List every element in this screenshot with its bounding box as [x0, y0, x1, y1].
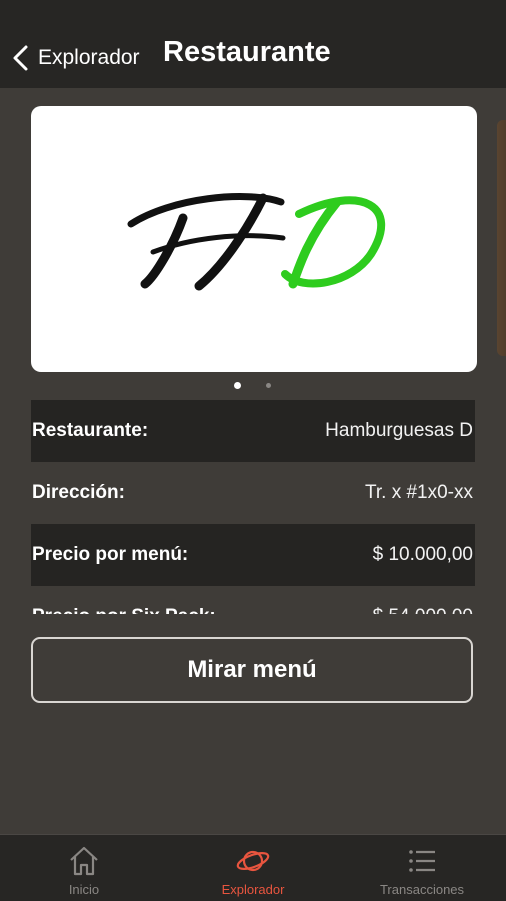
tab-label: Inicio	[68, 882, 100, 897]
list-icon	[409, 850, 435, 872]
page-title: Restaurante	[163, 36, 331, 68]
detail-value: Tr. x #1x0-xx	[364, 482, 473, 503]
back-button[interactable]: Explorador	[10, 38, 140, 78]
chevron-left-icon	[13, 45, 28, 71]
detail-row-menu-price: Precio por menú: $ 10.000,00	[31, 524, 475, 586]
detail-value: Hamburguesas D	[325, 420, 473, 441]
detail-label: Precio por Six Pack:	[31, 606, 216, 614]
detail-label: Dirección:	[32, 482, 125, 503]
image-carousel[interactable]: HD	[0, 100, 506, 380]
planet-icon	[236, 850, 270, 872]
view-menu-button[interactable]: Mirar menú	[31, 637, 473, 703]
detail-row-restaurant: Restaurante: Hamburguesas D	[31, 400, 475, 462]
detail-row-sixpack-price: Precio por Six Pack: $ 54.000,00	[31, 586, 475, 614]
tab-label: Explorador	[221, 882, 285, 897]
tab-bar: Inicio Explorador Transacciones	[0, 834, 506, 901]
page-dot[interactable]	[266, 383, 271, 388]
next-slide-peek[interactable]	[497, 120, 506, 356]
detail-value: $ 10.000,00	[372, 544, 473, 565]
detail-label: Restaurante:	[32, 420, 149, 441]
detail-row-address: Dirección: Tr. x #1x0-xx	[31, 462, 475, 524]
tab-inicio[interactable]: Inicio	[0, 835, 168, 901]
home-icon	[70, 846, 98, 876]
tab-explorador[interactable]: Explorador	[169, 835, 337, 901]
page-dot-active[interactable]	[234, 382, 241, 389]
carousel-page-indicator	[0, 380, 506, 392]
detail-label: Precio por menú:	[32, 544, 189, 565]
navigation-bar: Explorador Restaurante	[0, 0, 506, 88]
restaurant-details: Restaurante: Hamburguesas D Dirección: T…	[31, 400, 475, 614]
back-button-label: Explorador	[38, 46, 140, 69]
restaurant-logo	[127, 193, 386, 291]
tab-transacciones[interactable]: Transacciones	[338, 835, 506, 901]
restaurant-logo-slide[interactable]: HD	[31, 106, 477, 372]
tab-label: Transacciones	[379, 882, 465, 897]
detail-value: $ 54.000,00	[373, 606, 473, 614]
